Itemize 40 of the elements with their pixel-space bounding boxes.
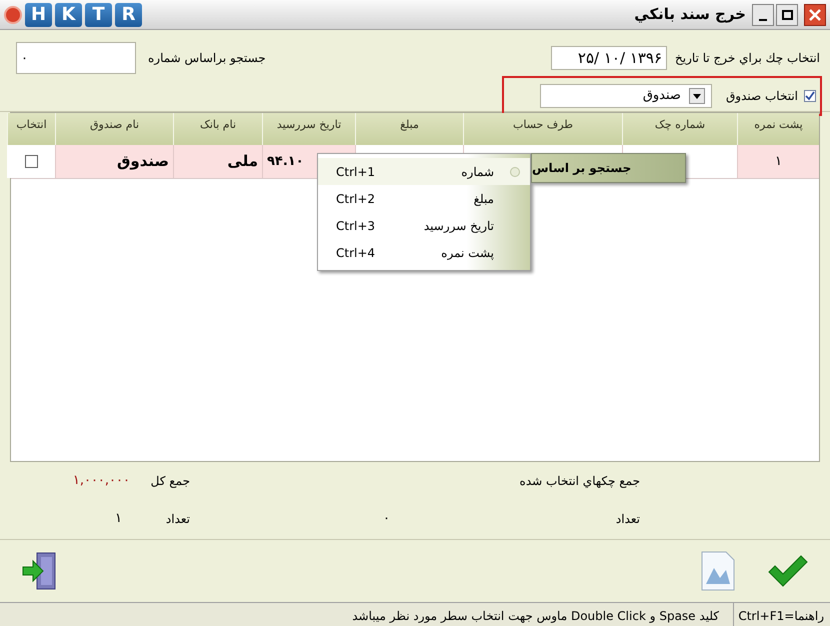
- fund-checkbox[interactable]: [804, 90, 816, 102]
- close-button[interactable]: [804, 4, 826, 26]
- column-header[interactable]: انتخاب: [7, 113, 55, 145]
- status-hint: کلید Spase و Double Click ماوس جهت انتخاب سطر مورد نظر میباشد: [352, 603, 734, 626]
- table-cell: ۱: [737, 145, 819, 178]
- total-count-label: تعداد: [164, 511, 190, 528]
- column-header[interactable]: طرف حساب: [463, 113, 622, 145]
- submenu-item[interactable]: جستجو بر اساس: [531, 153, 686, 183]
- column-header[interactable]: پشت نمره: [737, 113, 819, 145]
- toolbar-button[interactable]: K: [55, 2, 82, 26]
- total-count: ۱: [115, 510, 123, 528]
- status-help: راهنما=Ctrl+F1: [737, 608, 825, 625]
- selected-count-label: تعداد: [616, 511, 640, 528]
- table-cell: ملی: [173, 145, 262, 178]
- selected-count: ۰: [382, 510, 390, 528]
- total-value: ۱,۰۰۰,۰۰۰: [72, 472, 130, 490]
- toolbar-button[interactable]: T: [85, 2, 112, 26]
- total-label: جمع کل: [150, 473, 190, 490]
- column-header[interactable]: مبلغ: [355, 113, 463, 145]
- close-icon: [808, 8, 822, 22]
- toolbar-button[interactable]: H: [25, 2, 52, 26]
- column-header[interactable]: نام بانک: [173, 113, 262, 145]
- fund-dropdown[interactable]: صندوق: [540, 84, 712, 108]
- table-cell: صندوق: [55, 145, 173, 178]
- selected-total-label: جمع چکهاي انتخاب شده: [520, 473, 640, 490]
- search-field[interactable]: ۰: [16, 42, 136, 74]
- logo-icon: [4, 6, 22, 24]
- date-field[interactable]: ۱۳۹۶ /۱۰ /۲۵: [551, 46, 668, 70]
- search-label: جستجو براساس شماره: [148, 50, 266, 67]
- window-title: خرج سند بانکي: [634, 4, 746, 26]
- maximize-button[interactable]: [776, 4, 798, 26]
- row-checkbox[interactable]: [24, 155, 38, 168]
- column-header[interactable]: نام صندوق: [55, 113, 173, 145]
- column-header[interactable]: تاریخ سررسید: [262, 113, 355, 145]
- dropdown-value: صندوق: [642, 87, 681, 106]
- checkbox-label: انتخاب صندوق: [726, 88, 798, 105]
- date-label: انتخاب چك براي خرج تا تاريخ: [675, 50, 820, 67]
- column-header[interactable]: شماره چک: [622, 113, 737, 145]
- toolbar-button[interactable]: R: [115, 2, 142, 26]
- minimize-button[interactable]: [752, 4, 774, 26]
